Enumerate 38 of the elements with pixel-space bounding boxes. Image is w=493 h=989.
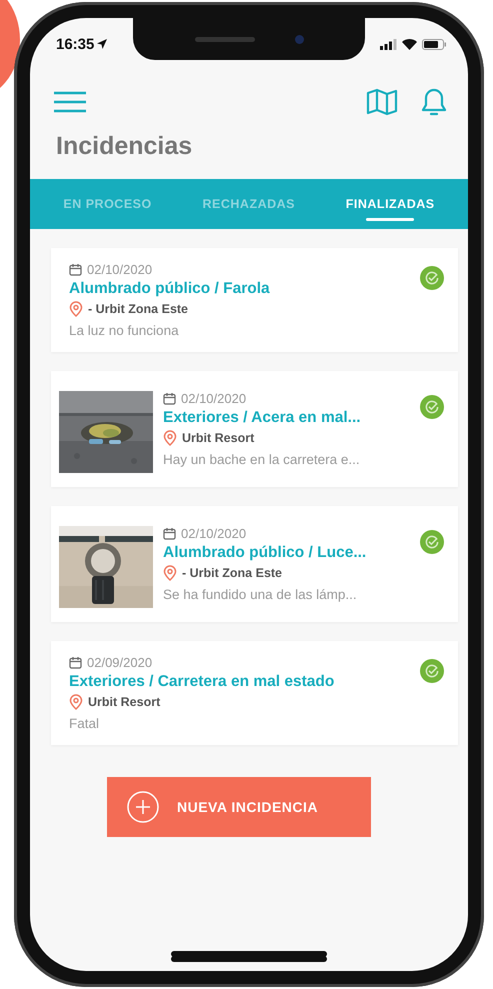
incident-description: Se ha fundido una de las lámp... (163, 587, 358, 602)
incident-title: Alumbrado público / Luce... (163, 544, 368, 562)
incident-title: Exteriores / Carretera en mal estado (69, 673, 336, 691)
incident-card[interactable]: 02/10/2020 Alumbrado público / Farola - Urbit Zona Este La luz no funciona (51, 248, 458, 352)
incident-location: - Urbit Zona Este (88, 302, 188, 316)
map-icon[interactable] (366, 88, 398, 116)
location-arrow-icon (97, 39, 108, 49)
calendar-icon (163, 392, 176, 405)
battery-icon (422, 38, 446, 50)
incident-card[interactable]: 02/10/2020 Alumbrado público / Luce... - Urbit Zona Este Se ha fundido una de las lámp... (51, 506, 458, 622)
calendar-icon (163, 527, 176, 540)
incident-location: Urbit Resort (88, 695, 160, 709)
incident-location: - Urbit Zona Este (182, 566, 282, 580)
incident-date: 02/09/2020 (87, 655, 152, 670)
location-pin-icon (69, 694, 83, 710)
incident-date: 02/10/2020 (181, 526, 246, 541)
bell-icon[interactable] (420, 86, 448, 118)
incident-title: Exteriores / Acera en mal... (163, 409, 362, 427)
location-pin-icon (163, 430, 177, 446)
incident-date: 02/10/2020 (87, 262, 152, 277)
incident-description: Hay un bache en la carretera e... (163, 452, 361, 467)
location-pin-icon (69, 301, 83, 317)
incident-card[interactable]: 02/09/2020 Exteriores / Carretera en mal estado Urbit Resort Fatal (51, 641, 458, 745)
signal-icon (380, 38, 397, 50)
incident-location: Urbit Resort (182, 431, 254, 445)
calendar-icon (69, 263, 82, 276)
incident-description: La luz no funciona (69, 323, 180, 338)
incident-card[interactable]: 02/10/2020 Exteriores / Acera en mal... Urbit Resort Hay un bache en la carretera e... (51, 371, 458, 487)
location-pin-icon (163, 565, 177, 581)
menu-icon[interactable] (54, 91, 86, 113)
incident-title: Alumbrado público / Farola (69, 280, 271, 298)
wifi-icon (402, 38, 417, 50)
calendar-icon (69, 656, 82, 669)
plus-circle-icon (127, 791, 159, 823)
status-time: 16:35 (56, 36, 94, 52)
incident-date: 02/10/2020 (181, 391, 246, 406)
incident-description: Fatal (69, 716, 100, 731)
page-title: Incidencias (56, 132, 194, 161)
